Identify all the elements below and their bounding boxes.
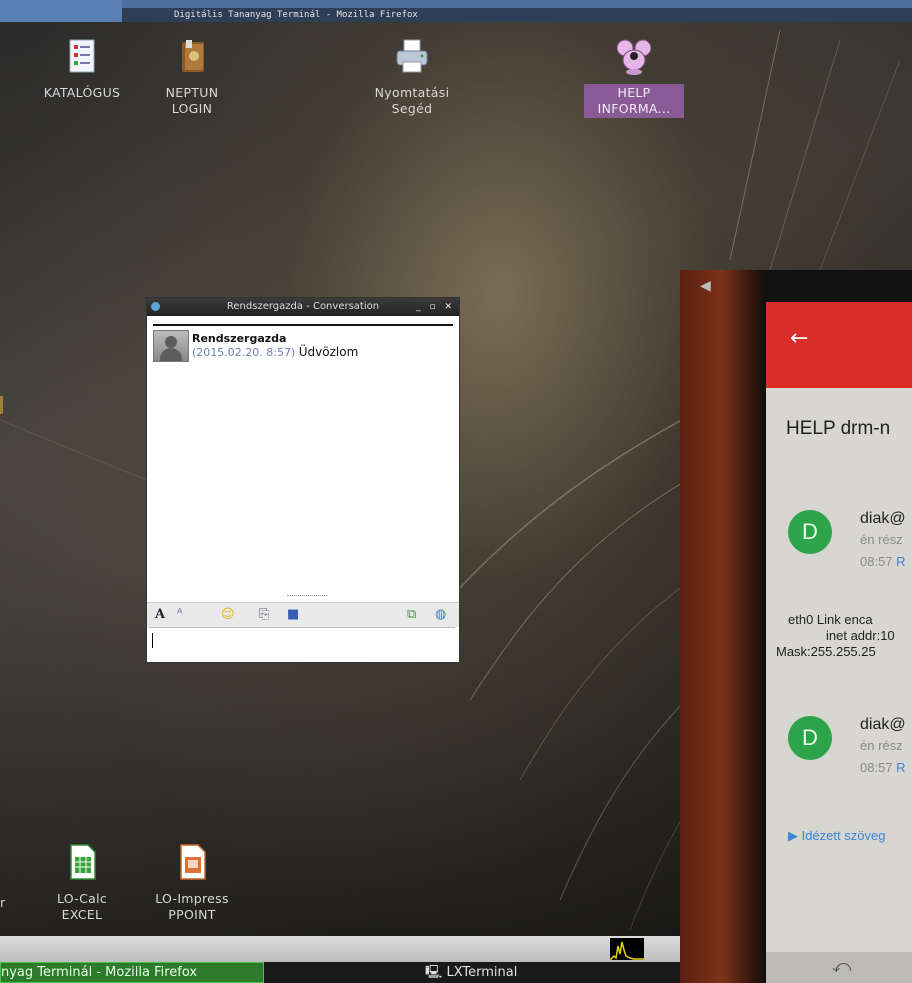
desktop-icon-lo-impress[interactable]: LO-Impress PPOINT (142, 842, 242, 924)
mail-time-suffix: R (896, 760, 906, 775)
divider (153, 324, 453, 326)
phone-bottom-actions: ⤺ (766, 952, 912, 983)
quoted-text-toggle[interactable]: ▶ Idézett szöveg (788, 828, 885, 844)
conversation-window[interactable]: Rendszergazda - Conversation _ ▫ ✕ Rends… (146, 297, 460, 663)
sender-name: Rendszergazda (192, 332, 287, 345)
spreadsheet-icon (70, 844, 96, 880)
mail-to: én rész (860, 532, 903, 547)
file-send-icon[interactable]: ⧉ (407, 607, 416, 623)
mail-body-line: Mask:255.255.25 (776, 644, 876, 659)
terminal-icon: 🖳 (425, 965, 443, 980)
desktop-icon-help-informa[interactable]: HELP INFORMA... (584, 36, 684, 118)
book-icon (182, 40, 204, 72)
mail-thread: HELP drm-n D diak@ én rész 08:57 R eth0 … (766, 388, 912, 978)
smiley-icon[interactable]: ☺ (221, 607, 235, 623)
message-timestamp: (2015.02.20. 8:57) (192, 346, 296, 359)
sender-avatar: D (788, 716, 832, 760)
phone-photo: ◀ ← HELP drm-n D diak@ én rész 08:57 R e… (680, 270, 912, 983)
formatting-toolbar: A ᴬ ☺ ⎘ ■ ⧉ ◍ (147, 602, 459, 627)
mail-body-line: eth0 Link enca (788, 612, 873, 627)
desktop-icon-label-partial: r (0, 895, 6, 910)
font-icon[interactable]: A (155, 607, 165, 623)
navigation-icon: ◀ (700, 278, 711, 294)
mail-time: 08:57 R (860, 554, 906, 569)
mail-time-value: 08:57 (860, 554, 893, 569)
avatar (153, 330, 189, 362)
desktop-icon-label: NEPTUN LOGIN (165, 85, 219, 116)
mail-app-bar: ← (766, 302, 912, 388)
back-arrow-icon[interactable]: ← (790, 326, 808, 351)
sender-avatar: D (788, 510, 832, 554)
phone-screen: ◀ ← HELP drm-n D diak@ én rész 08:57 R e… (700, 270, 912, 983)
firefox-titlebar: Digitális Tananyag Terminál - Mozilla Fi… (0, 0, 912, 22)
mail-subject: HELP drm-n (786, 418, 891, 439)
text-effect-icon[interactable]: ᴬ (177, 607, 183, 623)
titlebar-left-strip (0, 0, 122, 22)
window-title: Digitális Tananyag Terminál - Mozilla Fi… (122, 8, 912, 22)
desktop-icon-lo-calc[interactable]: LO-Calc EXCEL (32, 842, 132, 924)
desktop-icon-label: Nyomtatási Segéd (374, 85, 450, 116)
checklist-icon (69, 39, 95, 73)
desktop-icon-label: LO-Impress PPOINT (155, 891, 229, 922)
desktop-panel (0, 936, 690, 962)
globe-icon[interactable]: ◍ (435, 607, 446, 623)
taskbar-item-lxterminal[interactable]: 🖳 LXTerminal (425, 962, 517, 983)
message-input[interactable] (149, 627, 455, 660)
mail-to: én rész (860, 738, 903, 753)
conversation-titlebar[interactable]: Rendszergazda - Conversation _ ▫ ✕ (147, 298, 459, 316)
phone-status-bar: ◀ (700, 270, 912, 302)
desktop-icon-label: LO-Calc EXCEL (56, 891, 108, 922)
desktop-icon-label: KATALÓGUS (43, 85, 121, 100)
taskbar-item-label: LXTerminal (446, 965, 518, 980)
mail-from: diak@ (860, 510, 906, 527)
desktop-icon-label: HELP INFORMA... (584, 84, 684, 118)
mail-time: 08:57 R (860, 760, 906, 775)
save-icon[interactable]: ■ (287, 607, 299, 623)
conversation-title: Rendszergazda - Conversation (226, 301, 380, 312)
mail-from: diak@ (860, 716, 906, 733)
mascot-icon (616, 39, 652, 75)
desktop-icon-neptun-login[interactable]: NEPTUN LOGIN (142, 36, 242, 118)
printer-icon (396, 39, 428, 73)
window-controls[interactable]: _ ▫ ✕ (416, 298, 455, 316)
attach-icon[interactable]: ⎘ (259, 607, 269, 623)
resize-grip[interactable] (287, 595, 327, 598)
mail-time-suffix: R (896, 554, 906, 569)
desktop-icon-nyomtatasi-seged[interactable]: Nyomtatási Segéd (362, 36, 462, 118)
message-text: Üdvözlom (298, 345, 359, 359)
message-line: (2015.02.20. 8:57) Üdvözlom (192, 345, 358, 359)
desktop-icon-katalogus[interactable]: KATALÓGUS (32, 36, 132, 102)
presentation-icon (180, 844, 206, 880)
cpu-monitor-icon (610, 938, 644, 960)
mail-time-value: 08:57 (860, 760, 893, 775)
reply-icon[interactable]: ⤺ (832, 956, 851, 977)
taskbar-item-firefox[interactable]: nyag Terminál - Mozilla Firefox (0, 962, 264, 983)
app-icon (151, 302, 160, 311)
mail-body-line: inet addr:10 (826, 628, 895, 643)
